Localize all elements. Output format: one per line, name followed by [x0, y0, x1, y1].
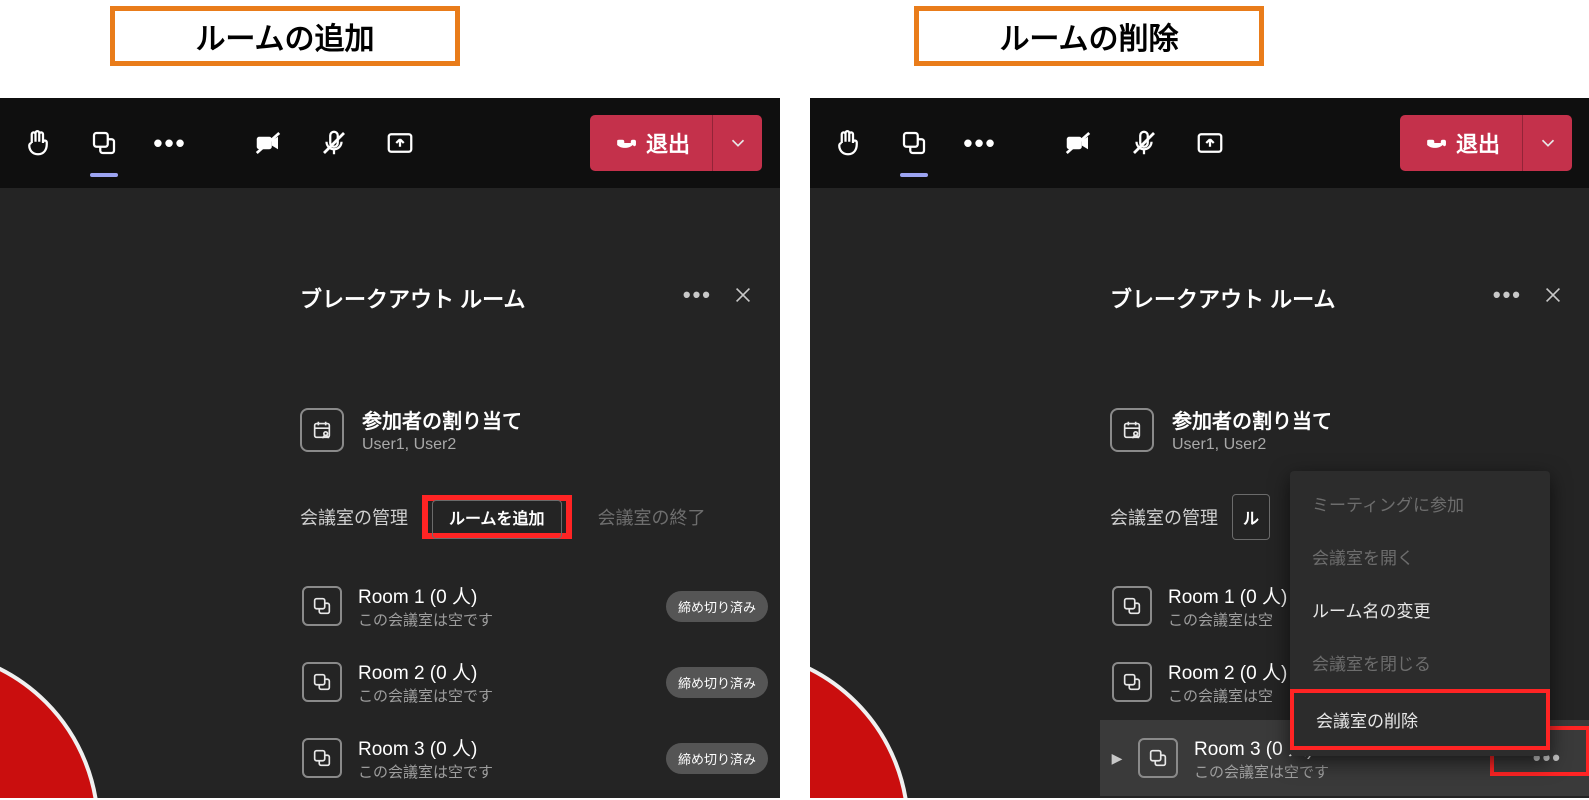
room-icon: [1112, 662, 1152, 702]
manage-label: 会議室の管理: [1110, 504, 1218, 530]
menu-join-meeting[interactable]: ミーティングに参加: [1290, 477, 1550, 530]
mic-off-icon[interactable]: [1124, 123, 1164, 163]
side-wrap: ブレークアウト ルーム ••• 参加者の割り当て User1, User2 会議…: [0, 248, 780, 798]
add-room-button[interactable]: ルームを追加: [432, 500, 562, 539]
leave-button[interactable]: 退出: [1400, 115, 1522, 171]
annotation-title-add-text: ルームの追加: [195, 14, 374, 58]
leave-button[interactable]: 退出: [590, 115, 712, 171]
recording-indicator: [0, 648, 100, 798]
teams-panel-delete: ••• 退出 ブレークアウト ルーム •: [810, 98, 1589, 798]
room-icon: [302, 662, 342, 702]
share-screen-icon[interactable]: [380, 123, 420, 163]
panel-close-button[interactable]: [726, 278, 760, 317]
room-desc: この会議室は空: [1168, 685, 1287, 706]
room-item[interactable]: Room 3 (0 人) この会議室は空です 締め切り済み: [290, 720, 780, 796]
manage-row: 会議室の管理 ルームを追加 会議室の終了: [290, 464, 780, 550]
breakout-panel: ブレークアウト ルーム ••• 参加者の割り当て User1, User2 会議…: [290, 248, 780, 798]
camera-off-icon[interactable]: [248, 123, 288, 163]
room-name: Room 2 (0 人): [358, 658, 493, 685]
room-item[interactable]: Room 1 (0 人) この会議室は空です 締め切り済み: [290, 568, 780, 644]
menu-rename-room[interactable]: ルーム名の変更: [1290, 583, 1550, 636]
menu-close-room[interactable]: 会議室を閉じる: [1290, 636, 1550, 689]
room-status-pill: 締め切り済み: [666, 667, 768, 698]
chevron-right-icon: ▶: [1112, 750, 1122, 767]
meeting-toolbar: ••• 退出: [0, 98, 780, 188]
room-desc: この会議室は空です: [358, 761, 493, 782]
manage-label: 会議室の管理: [300, 504, 408, 530]
room-name: Room 1 (0 人): [358, 582, 493, 609]
leave-chevron-button[interactable]: [712, 115, 762, 171]
room-item[interactable]: Room 2 (0 人) この会議室は空です 締め切り済み: [290, 644, 780, 720]
room-name: Room 1 (0 人): [1168, 582, 1287, 609]
breakout-rooms-icon[interactable]: [84, 123, 124, 163]
more-icon[interactable]: •••: [960, 123, 1000, 163]
recording-indicator: [810, 648, 910, 798]
room-context-menu: ミーティングに参加 会議室を開く ルーム名の変更 会議室を閉じる 会議室の削除: [1290, 471, 1550, 756]
room-icon: [1112, 586, 1152, 626]
assign-participants-block[interactable]: 参加者の割り当て User1, User2: [1100, 325, 1589, 464]
calendar-people-icon: [300, 408, 344, 452]
leave-chevron-button[interactable]: [1522, 115, 1572, 171]
assign-participants-block[interactable]: 参加者の割り当て User1, User2: [290, 325, 780, 464]
ellipsis-icon: •••: [683, 282, 712, 307]
highlight-add-room: ルームを追加: [422, 495, 572, 539]
room-name: Room 2 (0 人): [1168, 658, 1287, 685]
raise-hand-icon[interactable]: [18, 123, 58, 163]
room-name: Room 3 (0 人): [358, 734, 493, 761]
ellipsis-icon: •••: [1493, 282, 1522, 307]
raise-hand-icon[interactable]: [828, 123, 868, 163]
end-rooms-button[interactable]: 会議室の終了: [586, 494, 718, 540]
assign-users: User1, User2: [1172, 436, 1332, 454]
room-status-pill: 締め切り済み: [666, 591, 768, 622]
assign-title: 参加者の割り当て: [362, 405, 522, 434]
camera-off-icon[interactable]: [1058, 123, 1098, 163]
panel-more-button[interactable]: •••: [1487, 283, 1528, 313]
room-desc: この会議室は空です: [358, 609, 493, 630]
leave-button-group: 退出: [590, 115, 762, 171]
assign-users: User1, User2: [362, 436, 522, 454]
room-icon: [1138, 738, 1178, 778]
menu-delete-room[interactable]: 会議室の削除: [1294, 693, 1546, 746]
room-desc: この会議室は空: [1168, 609, 1287, 630]
highlight-delete-room: 会議室の削除: [1290, 689, 1550, 750]
add-room-button[interactable]: ル: [1232, 494, 1270, 540]
room-desc: この会議室は空です: [1194, 761, 1329, 782]
panel-close-button[interactable]: [1536, 278, 1570, 317]
annotation-title-delete: ルームの削除: [914, 6, 1264, 66]
leave-button-label: 退出: [646, 127, 690, 159]
breakout-panel-header: ブレークアウト ルーム •••: [1100, 248, 1589, 325]
annotation-title-delete-text: ルームの削除: [999, 14, 1178, 58]
leave-button-label: 退出: [1456, 127, 1500, 159]
mic-off-icon[interactable]: [314, 123, 354, 163]
assign-text: 参加者の割り当て User1, User2: [1172, 405, 1332, 454]
panel-more-button[interactable]: •••: [677, 283, 718, 313]
room-icon: [302, 586, 342, 626]
menu-open-room[interactable]: 会議室を開く: [1290, 530, 1550, 583]
side-wrap: ブレークアウト ルーム ••• 参加者の割り当て User1, User2 会議…: [810, 248, 1589, 798]
room-list: Room 1 (0 人) この会議室は空です 締め切り済み Room 2 (0 …: [290, 550, 780, 796]
teams-panel-add: ••• 退出 ブレークアウト ルーム •: [0, 98, 780, 798]
assign-text: 参加者の割り当て User1, User2: [362, 405, 522, 454]
breakout-panel-header: ブレークアウト ルーム •••: [290, 248, 780, 325]
breakout-panel-title: ブレークアウト ルーム: [1110, 282, 1335, 314]
annotation-title-add: ルームの追加: [110, 6, 460, 66]
breakout-rooms-icon[interactable]: [894, 123, 934, 163]
room-icon: [302, 738, 342, 778]
breakout-panel-title: ブレークアウト ルーム: [300, 282, 525, 314]
meeting-toolbar: ••• 退出: [810, 98, 1589, 188]
leave-button-group: 退出: [1400, 115, 1572, 171]
room-status-pill: 締め切り済み: [666, 743, 768, 774]
room-desc: この会議室は空です: [358, 685, 493, 706]
calendar-people-icon: [1110, 408, 1154, 452]
share-screen-icon[interactable]: [1190, 123, 1230, 163]
more-icon[interactable]: •••: [150, 123, 190, 163]
breakout-panel: ブレークアウト ルーム ••• 参加者の割り当て User1, User2 会議…: [1100, 248, 1589, 798]
assign-title: 参加者の割り当て: [1172, 405, 1332, 434]
